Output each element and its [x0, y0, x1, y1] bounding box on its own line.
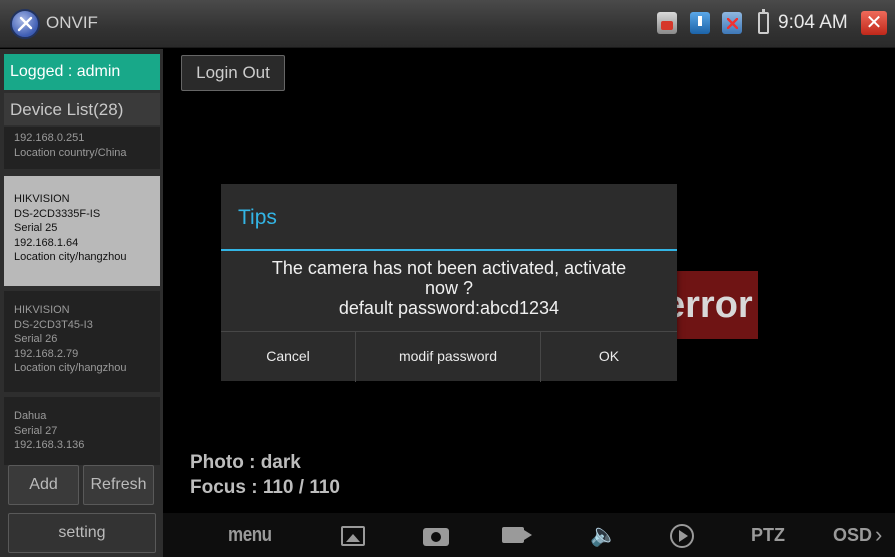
device-item[interactable]: HIKVISION DS-2CD3T45-I3 Serial 26 192.16…	[4, 291, 160, 392]
device-list[interactable]: 192.168.0.251 Location country/China HIK…	[4, 127, 160, 465]
device-line: Serial 27	[14, 424, 58, 437]
dialog-message-line: default password:abcd1234	[338, 298, 560, 318]
clock: 9:04 AM	[778, 12, 848, 33]
device-line: HIKVISION	[14, 193, 70, 205]
chevron-right-icon[interactable]: ›	[875, 513, 882, 557]
device-list-title: Device List(28)	[4, 93, 160, 125]
dialog-divider	[221, 249, 677, 251]
modif-password-button[interactable]: modif password	[356, 332, 541, 382]
device-line: Serial 25	[14, 222, 58, 234]
device-line: 192.168.3.136	[14, 439, 85, 451]
device-line: Dahua	[14, 410, 47, 422]
device-item[interactable]: Dahua Serial 27 192.168.3.136	[4, 397, 160, 465]
ptz-button[interactable]: PTZ	[751, 513, 785, 557]
onvif-tools-icon	[10, 9, 40, 39]
tips-dialog: Tips The camera has not been activated, …	[221, 184, 677, 382]
photo-icon[interactable]	[341, 526, 365, 546]
focus-status: Focus : 110 / 110	[190, 477, 340, 498]
osd-button[interactable]: OSD	[833, 513, 872, 557]
device-line: Location country/China	[14, 146, 127, 159]
logged-status: Logged : admin	[4, 54, 160, 90]
error-text: error	[676, 284, 753, 326]
device-line: DS-2CD3335F-IS	[14, 207, 101, 220]
camera-icon[interactable]	[423, 528, 449, 546]
device-item[interactable]: 192.168.0.251 Location country/China	[4, 127, 160, 169]
dialog-message: The camera has not been activated, activ…	[221, 258, 677, 318]
battery-icon	[758, 9, 769, 34]
add-button[interactable]: Add	[8, 465, 79, 505]
bottom-toolbar: menu 🔈 PTZ OSD ›	[163, 513, 895, 557]
setting-button[interactable]: setting	[8, 513, 156, 553]
cancel-button[interactable]: Cancel	[221, 332, 356, 382]
video-record-icon[interactable]	[502, 527, 532, 543]
menu-button[interactable]: menu	[228, 513, 272, 557]
volume-icon[interactable]: 🔈	[590, 513, 617, 557]
device-item-selected[interactable]: HIKVISION DS-2CD3335F-IS Serial 25 192.1…	[4, 176, 160, 286]
device-line: Location city/hangzhou	[14, 251, 127, 263]
device-line: 192.168.0.251	[14, 132, 85, 144]
download-icon	[690, 12, 710, 34]
device-line: 192.168.1.64	[14, 236, 79, 249]
sd-card-error-icon	[722, 12, 742, 34]
dialog-message-line: now ?	[424, 278, 474, 298]
dialog-button-bar: Cancel modif password OK	[221, 331, 677, 382]
error-badge: error	[676, 271, 758, 339]
sidebar: Logged : admin Device List(28) 192.168.0…	[0, 49, 163, 557]
dialog-message-line: The camera has not been activated, activ…	[271, 258, 627, 278]
device-line: 192.168.2.79	[14, 347, 79, 360]
login-out-button[interactable]: Login Out	[181, 55, 285, 91]
photo-status: Photo : dark	[190, 452, 301, 473]
refresh-button[interactable]: Refresh	[83, 465, 154, 505]
ok-button[interactable]: OK	[541, 332, 677, 382]
device-line: Serial 26	[14, 333, 58, 345]
app-title: ONVIF	[46, 13, 98, 32]
camera-record-icon	[657, 12, 677, 34]
device-line: HIKVISION	[14, 304, 70, 316]
status-bar: ONVIF 9:04 AM ✕	[0, 0, 895, 48]
play-icon[interactable]	[670, 524, 694, 548]
device-line: DS-2CD3T45-I3	[14, 318, 93, 331]
dialog-title: Tips	[238, 206, 277, 229]
device-line: Location city/hangzhou	[14, 362, 127, 374]
close-icon[interactable]: ✕	[861, 11, 887, 35]
